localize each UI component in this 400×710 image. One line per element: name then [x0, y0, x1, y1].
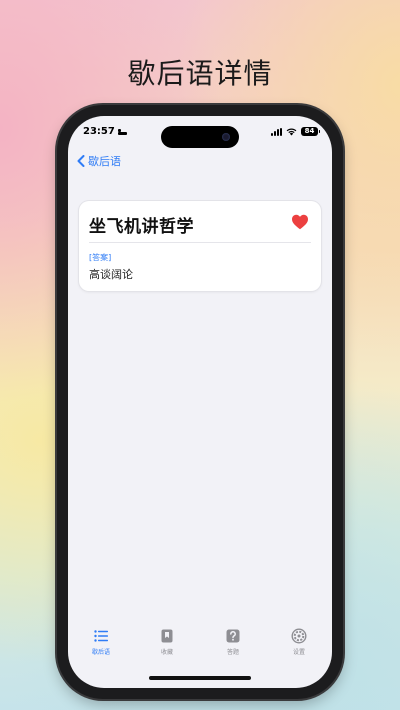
home-indicator[interactable]: [149, 676, 251, 680]
sleep-focus-icon: [117, 128, 127, 135]
battery-icon: 84: [301, 127, 320, 136]
list-icon: [94, 630, 108, 642]
card-divider: [89, 242, 311, 243]
tab-riddles[interactable]: 歇后语: [71, 628, 131, 656]
tab-label: 设置: [292, 649, 305, 656]
camera-icon: [222, 133, 230, 141]
tab-label: 答题: [226, 649, 239, 656]
bookmark-icon: [161, 629, 173, 643]
wifi-icon: [286, 127, 297, 135]
phone-screen: 23:57 84 歇后语 坐飞机讲哲学 [答案] 高谈阔论 歇后语 收藏 答题 …: [68, 116, 332, 688]
back-button-label: 歇后语: [88, 155, 121, 168]
tab-quiz[interactable]: 答题: [203, 628, 263, 656]
answer-label: [答案]: [89, 253, 112, 262]
tab-label: 收藏: [160, 649, 173, 656]
phone-frame: 23:57 84 歇后语 坐飞机讲哲学 [答案] 高谈阔论 歇后语 收藏 答题 …: [57, 105, 343, 699]
tab-label: 歇后语: [91, 649, 110, 656]
cellular-signal-icon: [271, 127, 282, 136]
chevron-left-icon: [77, 155, 85, 167]
back-button[interactable]: 歇后语: [77, 153, 121, 169]
page-headline: 歇后语详情: [127, 57, 273, 90]
riddle-title: 坐飞机讲哲学: [89, 217, 194, 237]
gear-icon: [291, 628, 307, 644]
answer-text: 高谈阔论: [89, 268, 133, 281]
question-icon: [226, 629, 240, 643]
favorite-heart-icon[interactable]: [291, 214, 309, 230]
status-time-text: 23:57: [83, 126, 115, 137]
tab-settings[interactable]: 设置: [269, 628, 329, 656]
tab-bar: 歇后语 收藏 答题 设置: [68, 628, 332, 666]
tab-favorites[interactable]: 收藏: [137, 628, 197, 656]
status-bar-time: 23:57: [83, 126, 127, 137]
status-bar-indicators: 84: [271, 127, 320, 136]
dynamic-island: [161, 126, 239, 148]
riddle-detail-card: 坐飞机讲哲学 [答案] 高谈阔论: [79, 201, 321, 291]
